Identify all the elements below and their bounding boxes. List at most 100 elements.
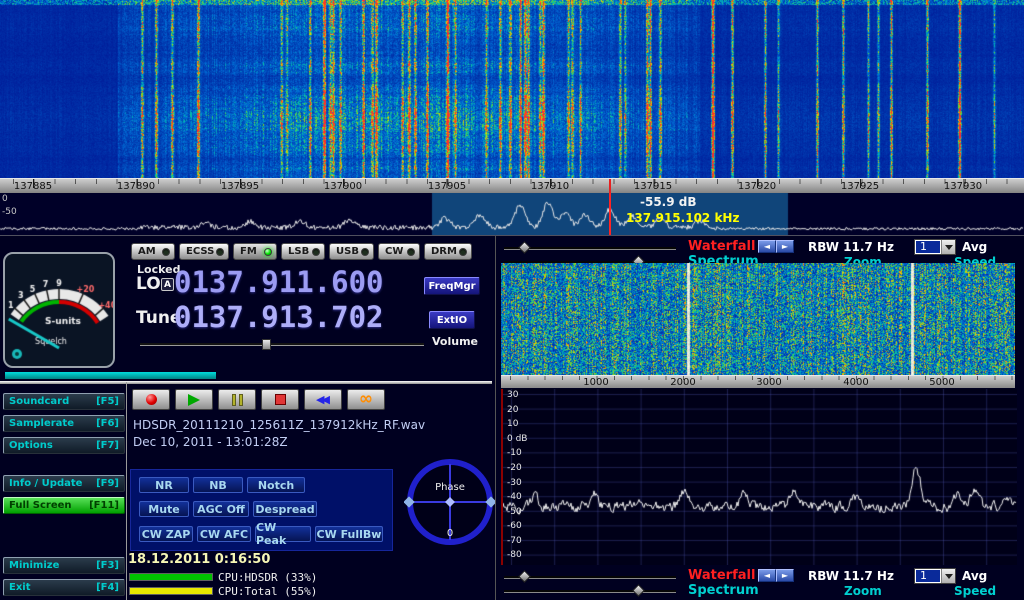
recording-date: Dec 10, 2011 - 13:01:28Z: [133, 435, 288, 449]
band-scroll-buttons: ◄ ►: [758, 569, 794, 582]
button-key: [F7]: [96, 440, 119, 451]
scroll-left-button[interactable]: ◄: [758, 240, 776, 253]
frequency-scale[interactable]: 137885 137890 137895 137900 137905 13791…: [0, 178, 1024, 193]
mode-label: ECSS: [186, 246, 214, 257]
mode-label: DRM: [431, 246, 457, 257]
mute-button[interactable]: Mute: [139, 501, 189, 517]
phase-scope[interactable]: Phase 0: [404, 456, 496, 548]
agc-button[interactable]: AGC Off: [193, 501, 249, 517]
play-button[interactable]: [175, 389, 213, 410]
freq-tick-label: 137915: [634, 181, 672, 192]
freq-tick-label: 137910: [531, 181, 569, 192]
signal-level-readout: -55.9 dB: [640, 195, 697, 209]
waterfall-contrast-slider[interactable]: [504, 247, 676, 250]
spectrum-strip-canvas[interactable]: [0, 193, 1024, 235]
avg-label: Avg: [962, 569, 987, 583]
s-meter-canvas[interactable]: [5, 254, 113, 366]
avg-select-value[interactable]: 1: [916, 241, 940, 253]
spectrum-scale-slider[interactable]: [504, 590, 676, 593]
db-tick-label: -70: [507, 536, 522, 546]
samplerate-button[interactable]: Samplerate [F6]: [3, 415, 125, 432]
mode-cw-button[interactable]: CW: [378, 243, 420, 260]
rbw-readout: RBW 11.7 Hz: [808, 240, 894, 254]
hz-tick-label: 4000: [843, 377, 868, 388]
mode-drm-button[interactable]: DRM: [424, 243, 472, 260]
minimize-button[interactable]: Minimize [F3]: [3, 557, 125, 574]
hz-tick-label: 1000: [583, 377, 608, 388]
volume-slider[interactable]: [140, 339, 424, 350]
cw-zap-button[interactable]: CW ZAP: [139, 526, 193, 542]
exit-button[interactable]: Exit [F4]: [3, 579, 125, 596]
mode-usb-button[interactable]: USB: [329, 243, 374, 260]
button-key: [F9]: [96, 478, 119, 489]
nr-button[interactable]: NR: [139, 477, 189, 493]
audio-frequency-scale[interactable]: 1000 2000 3000 4000 5000: [501, 375, 1015, 388]
avg-select[interactable]: 1: [914, 568, 956, 584]
info-update-button[interactable]: Info / Update [F9]: [3, 475, 125, 492]
rbw-readout: RBW 11.7 Hz: [808, 569, 894, 583]
level-slider-track[interactable]: [0, 381, 492, 384]
slider-thumb[interactable]: [518, 570, 531, 583]
freqmgr-button[interactable]: FreqMgr: [424, 277, 480, 295]
main-waterfall-display[interactable]: [0, 0, 1024, 178]
waterfall-label[interactable]: Waterfall: [688, 568, 755, 583]
s-meter[interactable]: [3, 252, 115, 368]
avg-select-value[interactable]: 1: [916, 570, 940, 582]
tune-frequency-display[interactable]: 0137.913.702: [174, 300, 384, 334]
lo-frequency-display[interactable]: 0137.911.600: [174, 265, 384, 299]
nb-button[interactable]: NB: [193, 477, 243, 493]
slider-thumb[interactable]: [632, 584, 645, 597]
freq-tick-label: 137890: [117, 181, 155, 192]
db-tick-label: 20: [507, 405, 518, 415]
button-key: [F11]: [89, 500, 119, 511]
scroll-left-button[interactable]: ◄: [758, 569, 776, 582]
mode-label: LSB: [288, 246, 309, 257]
extio-button[interactable]: ExtIO: [429, 311, 475, 329]
stop-button[interactable]: [261, 389, 299, 410]
spectrum-strip-display[interactable]: 0 -50 -55.9 dB 137.915.102 kHz: [0, 193, 1024, 235]
squelch-level-bar[interactable]: [5, 372, 216, 379]
hz-tick-label: 3000: [756, 377, 781, 388]
combo-dropdown-button[interactable]: [941, 569, 955, 583]
despread-button[interactable]: Despread: [253, 501, 317, 517]
spectrum-label[interactable]: Spectrum: [688, 583, 759, 598]
waterfall-label[interactable]: Waterfall: [688, 239, 755, 254]
mode-am-button[interactable]: AM: [131, 243, 175, 260]
cw-afc-button[interactable]: CW AFC: [197, 526, 251, 542]
mode-label: AM: [138, 246, 156, 257]
volume-slider-thumb[interactable]: [262, 339, 271, 350]
cpu-hdsdr-bar: [129, 573, 213, 581]
lo-a-badge[interactable]: A: [161, 278, 174, 291]
record-button[interactable]: [132, 389, 170, 410]
mode-label: FM: [240, 246, 257, 257]
mode-lsb-button[interactable]: LSB: [281, 243, 325, 260]
options-button[interactable]: Options [F7]: [3, 437, 125, 454]
waterfall-contrast-slider[interactable]: [504, 576, 676, 579]
scroll-right-button[interactable]: ►: [776, 569, 794, 582]
mode-fm-button[interactable]: FM: [233, 243, 277, 260]
combo-dropdown-button[interactable]: [941, 240, 955, 254]
notch-button[interactable]: Notch: [247, 477, 305, 493]
avg-select[interactable]: 1: [914, 239, 956, 255]
slider-thumb[interactable]: [518, 241, 531, 254]
scroll-right-button[interactable]: ►: [776, 240, 794, 253]
zoom-spectrum-display[interactable]: 30 20 10 0 dB -10 -20 -30 -40 -50 -60 -7…: [501, 389, 1017, 565]
zoom-waterfall-display[interactable]: [501, 263, 1015, 375]
rewind-button[interactable]: ◀◀: [304, 389, 342, 410]
cw-peak-button[interactable]: CW Peak: [255, 526, 311, 542]
volume-label: Volume: [432, 335, 478, 348]
db-tick-label: -10: [507, 448, 522, 458]
cw-fullbw-button[interactable]: CW FullBw: [315, 526, 383, 542]
loop-button[interactable]: ∞: [347, 389, 385, 410]
zoom-label[interactable]: Zoom: [844, 584, 882, 598]
pause-button[interactable]: [218, 389, 256, 410]
fullscreen-button[interactable]: Full Screen [F11]: [3, 497, 125, 514]
volume-slider-track[interactable]: [140, 343, 424, 346]
button-key: [F5]: [96, 396, 119, 407]
button-label: Exit: [9, 582, 31, 593]
zoom-spectrum-canvas[interactable]: [503, 389, 1017, 565]
cpu-hdsdr-text: CPU:HDSDR (33%): [218, 571, 317, 584]
soundcard-button[interactable]: Soundcard [F5]: [3, 393, 125, 410]
speed-label: Speed: [954, 584, 996, 598]
mode-ecss-button[interactable]: ECSS: [179, 243, 229, 260]
